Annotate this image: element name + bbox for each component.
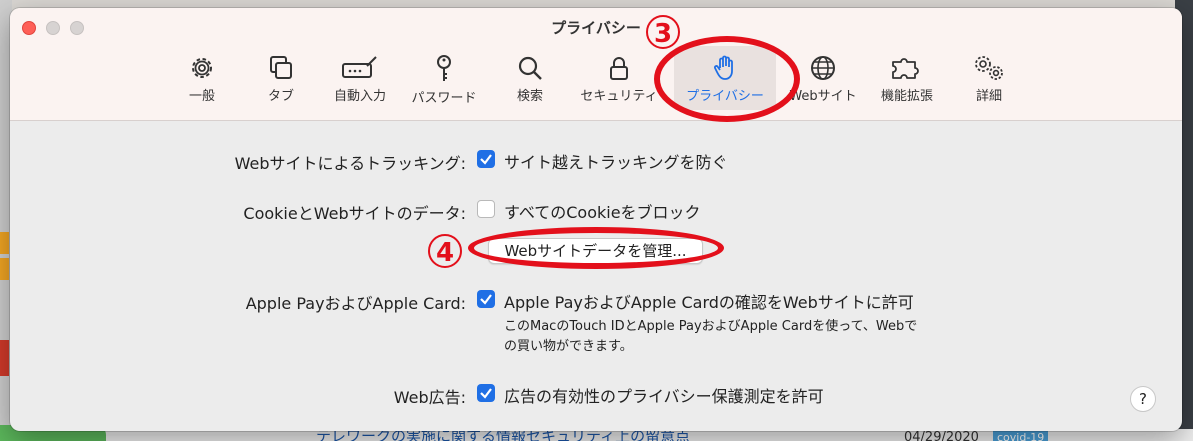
tab-label: セキュリティ bbox=[580, 89, 658, 104]
apple-pay-option: Apple PayおよびApple Cardの確認をWebサイトに許可 bbox=[504, 293, 914, 312]
tab-label: 一般 bbox=[188, 89, 215, 104]
tab-general[interactable]: 一般 bbox=[172, 46, 232, 110]
tab-security[interactable]: セキュリティ bbox=[574, 46, 664, 110]
key-icon bbox=[437, 55, 451, 81]
tab-label: 詳細 bbox=[975, 89, 1002, 104]
tab-label: パスワード bbox=[411, 91, 477, 106]
tabs-icon bbox=[270, 56, 292, 79]
tab-extensions[interactable]: 機能拡張 bbox=[872, 46, 942, 110]
apple-pay-label: Apple PayおよびApple Card: bbox=[245, 294, 466, 313]
preference-tabs: 一般 タブ 自動入力 パスワード 検索 セキュリティ プライバシー Webサイト… bbox=[10, 46, 1182, 116]
web-ads-checkbox[interactable] bbox=[477, 384, 495, 402]
gears-icon bbox=[975, 56, 1003, 80]
toolbar: プライバシー 一般 タブ 自動入力 パスワード 検索 セキュリティ プライバシー… bbox=[10, 8, 1182, 121]
apple-pay-note: このMacのTouch IDとApple PayおよびApple Cardを使っ… bbox=[504, 317, 984, 357]
lock-icon bbox=[610, 57, 628, 80]
block-cookies-checkbox[interactable] bbox=[477, 200, 495, 218]
tab-tabs[interactable]: タブ bbox=[254, 46, 308, 110]
globe-icon bbox=[811, 56, 835, 80]
apple-pay-note-line: このMacのTouch IDとApple PayおよびApple Cardを使っ… bbox=[504, 319, 918, 334]
checkmark-icon bbox=[480, 294, 492, 305]
background-article-badge: covid-19 bbox=[993, 431, 1049, 441]
annotation-ellipse-privacy-tab bbox=[654, 36, 800, 122]
cookies-label: CookieとWebサイトのデータ: bbox=[243, 204, 466, 223]
annotation-step-3: 3 bbox=[646, 15, 680, 49]
background-orange-tab bbox=[0, 258, 9, 280]
apple-pay-note-line: の買い物ができます。 bbox=[504, 339, 633, 354]
background-article-date: 04/29/2020 bbox=[904, 430, 979, 441]
block-cookies-option: すべてのCookieをブロック bbox=[504, 203, 701, 222]
tab-label: 検索 bbox=[516, 89, 543, 104]
checkmark-icon bbox=[480, 154, 492, 165]
tab-passwords[interactable]: パスワード bbox=[406, 46, 482, 110]
preferences-window: プライバシー 一般 タブ 自動入力 パスワード 検索 セキュリティ プライバシー… bbox=[10, 8, 1182, 431]
tab-advanced[interactable]: 詳細 bbox=[958, 46, 1020, 110]
window-title: プライバシー bbox=[551, 19, 641, 37]
tracking-checkbox[interactable] bbox=[477, 150, 495, 168]
annotation-step-4: 4 bbox=[428, 234, 462, 268]
privacy-settings: Webサイトによるトラッキング: サイト越えトラッキングを防ぐ CookieとW… bbox=[10, 122, 1182, 431]
background-orange-tab bbox=[0, 232, 9, 254]
tab-label: 自動入力 bbox=[333, 89, 386, 104]
background-red-tab bbox=[0, 340, 9, 376]
puzzle-icon bbox=[892, 58, 919, 79]
apple-pay-checkbox[interactable] bbox=[477, 290, 495, 308]
tab-label: タブ bbox=[267, 89, 294, 104]
annotation-ellipse-manage-button bbox=[468, 227, 724, 269]
tab-autofill[interactable]: 自動入力 bbox=[326, 46, 394, 110]
tracking-option: サイト越えトラッキングを防ぐ bbox=[504, 153, 728, 172]
checkmark-icon bbox=[480, 388, 492, 399]
gear-icon bbox=[192, 58, 212, 78]
tab-label: 機能拡張 bbox=[880, 89, 933, 104]
tab-search[interactable]: 検索 bbox=[504, 46, 556, 110]
web-ads-option: 広告の有効性のプライバシー保護測定を許可 bbox=[504, 387, 824, 406]
help-button[interactable]: ? bbox=[1130, 386, 1156, 412]
autofill-icon bbox=[342, 56, 377, 78]
search-icon bbox=[518, 56, 542, 80]
web-ads-label: Web広告: bbox=[393, 388, 466, 407]
tracking-label: Webサイトによるトラッキング: bbox=[234, 154, 466, 173]
